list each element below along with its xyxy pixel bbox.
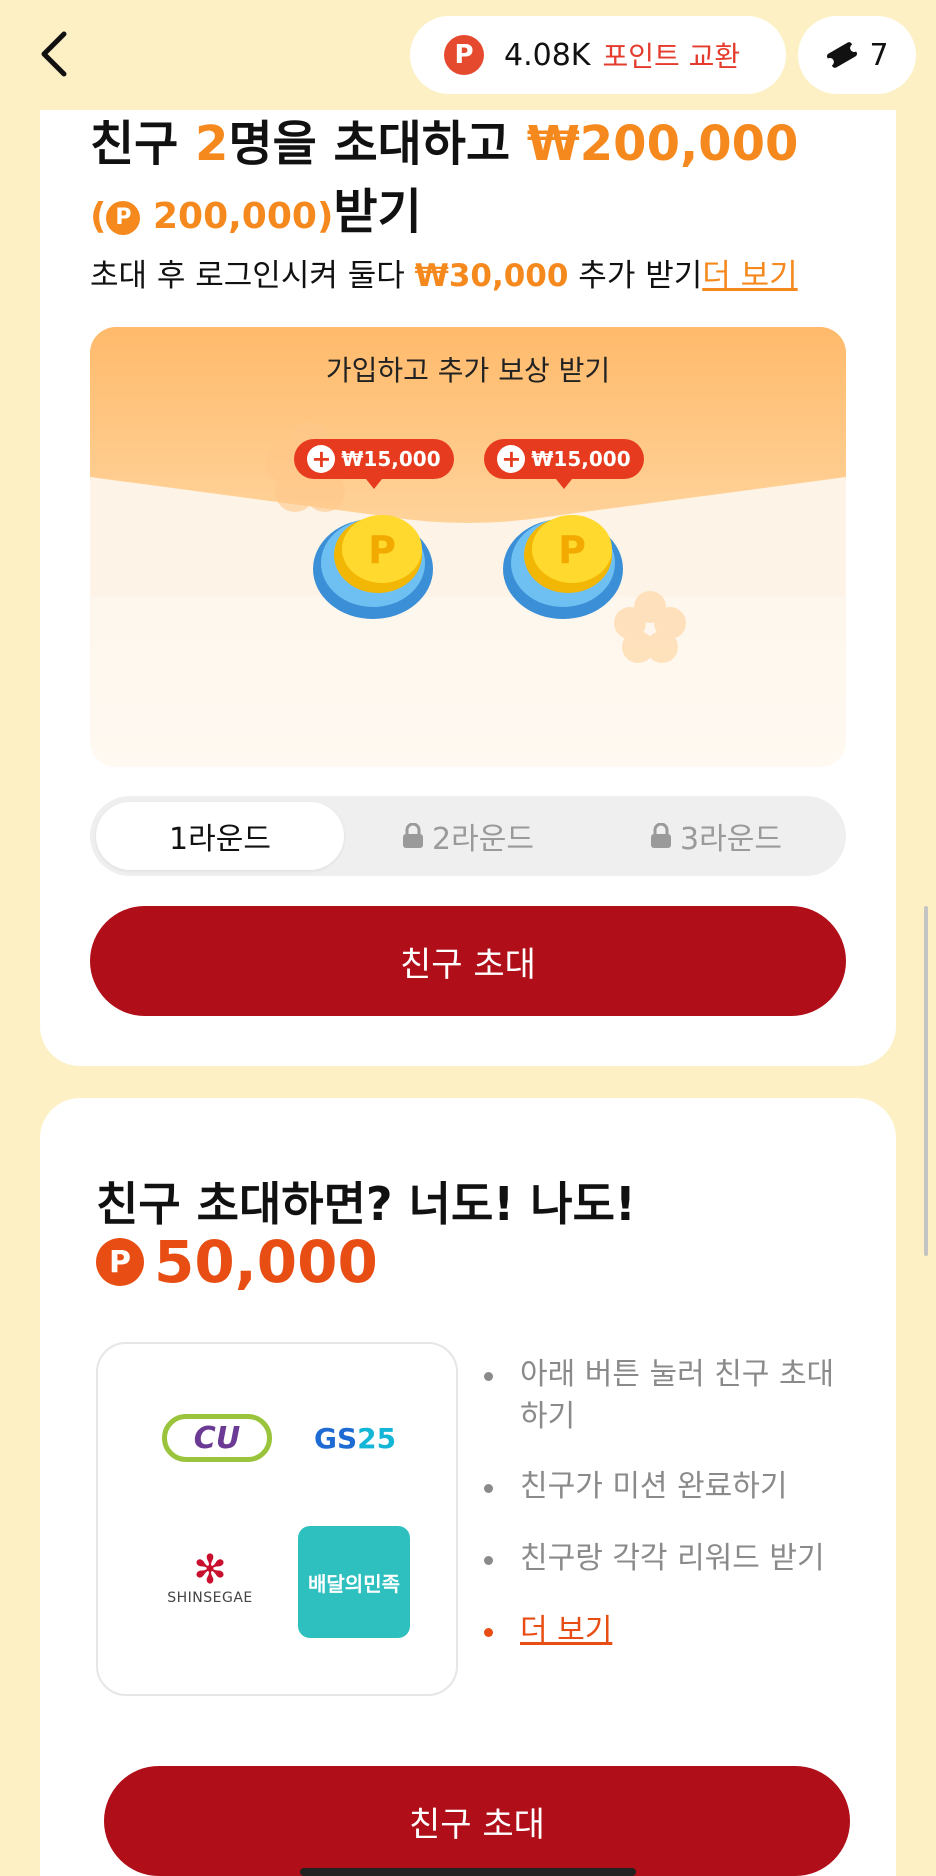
- points-amount: 200,000): [140, 196, 334, 237]
- more-link[interactable]: 더 보기: [702, 258, 797, 294]
- cu-logo: CU: [162, 1414, 272, 1462]
- lock-icon: [651, 823, 672, 848]
- tab-round-1[interactable]: 1라운드: [96, 802, 344, 870]
- round-tabs: 1라운드 2라운드 3라운드: [90, 796, 846, 876]
- baemin-logo: 배달의민족: [298, 1526, 410, 1638]
- points-icon: P: [96, 1238, 144, 1286]
- headline-amount: ₩200,000: [526, 116, 799, 172]
- points-exchange-label: 포인트 교환: [602, 40, 741, 73]
- coin-amount: ₩15,000: [531, 447, 631, 471]
- gs-text: GS: [314, 1422, 358, 1455]
- home-indicator: [300, 1868, 636, 1876]
- coin-amount: ₩15,000: [341, 447, 441, 471]
- reward-envelope: 가입하고 추가 보상 받기 + ₩15,000 P + ₩15,000 P: [90, 327, 846, 767]
- tab-label: 1라운드: [169, 822, 271, 857]
- headline-points: (P 200,000): [90, 196, 333, 237]
- reward-title: 가입하고 추가 보상 받기: [325, 354, 611, 387]
- back-arrow-icon[interactable]: [36, 26, 76, 82]
- tickets-button[interactable]: 7: [798, 16, 916, 94]
- points-icon: P: [106, 201, 141, 235]
- lock-icon: [403, 823, 424, 848]
- benefit-amount: P 50,000: [96, 1228, 378, 1296]
- invite-friend-button[interactable]: 친구 초대: [90, 906, 846, 1016]
- svg-text:P: P: [368, 528, 396, 572]
- brand-logos: CU GS25 ✻ SHINSEGAE 배달의민족: [96, 1342, 458, 1696]
- coin-reward-2: + ₩15,000 P: [484, 439, 644, 639]
- scrollbar[interactable]: [924, 906, 928, 1256]
- shinsegae-text: SHINSEGAE: [167, 1590, 253, 1606]
- invite-headline: 친구 2명을 초대하고 ₩200,000 (P 200,000)받기: [90, 110, 850, 251]
- subline-text: 초대 후 로그인시켜 둘다: [90, 258, 415, 294]
- list-item: 친구랑 각각 리워드 받기: [480, 1538, 860, 1580]
- headline-suffix: 받기: [333, 184, 422, 240]
- top-bar: P 4.08K 포인트 교환 7: [0, 0, 936, 110]
- steps-list: 아래 버튼 눌러 친구 초대하기 친구가 미션 완료하기 친구랑 각각 리워드 …: [480, 1354, 860, 1652]
- bonus-subline: 초대 후 로그인시켜 둘다 ₩30,000 추가 받기더 보기: [90, 250, 798, 295]
- headline-count: 2: [195, 116, 229, 172]
- points-icon: P: [444, 35, 484, 75]
- benefit-title: 친구 초대하면? 너도! 나도!: [96, 1177, 636, 1231]
- coin-reward-1: + ₩15,000 P: [294, 439, 454, 639]
- tab-label: 2라운드: [432, 822, 534, 857]
- list-item: 친구가 미션 완료하기: [480, 1466, 860, 1508]
- subline-text: 추가 받기: [568, 258, 703, 294]
- coin-tag: + ₩15,000: [484, 439, 644, 489]
- coin-tag: + ₩15,000: [294, 439, 454, 489]
- invite-friend-button-2[interactable]: 친구 초대: [104, 1766, 850, 1876]
- shinsegae-logo: ✻ SHINSEGAE: [150, 1550, 270, 1606]
- tab-round-3[interactable]: 3라운드: [592, 802, 840, 870]
- shinsegae-flower-icon: ✻: [193, 1547, 227, 1593]
- benefit-card: 친구 초대하면? 너도! 나도! P 50,000 CU GS25 ✻ SHIN…: [40, 1098, 896, 1876]
- coin-icon: P: [313, 515, 433, 619]
- list-item: 아래 버튼 눌러 친구 초대하기: [480, 1354, 860, 1438]
- coin-icon: P: [503, 515, 623, 619]
- headline-text: 명을 초대하고: [228, 116, 527, 172]
- ticket-icon: [826, 42, 859, 68]
- points-paren: (: [90, 196, 107, 237]
- envelope-flap: [90, 477, 846, 597]
- gs-number: 25: [357, 1422, 397, 1455]
- tab-round-2[interactable]: 2라운드: [344, 802, 592, 870]
- more-link[interactable]: 더 보기: [480, 1610, 860, 1652]
- plus-icon: +: [307, 445, 336, 473]
- invite-reward-card: 친구 2명을 초대하고 ₩200,000 (P 200,000)받기 초대 후 …: [40, 110, 896, 1066]
- gs25-logo: GS25: [314, 1422, 396, 1455]
- subline-amount: ₩30,000: [414, 258, 569, 294]
- svg-text:P: P: [558, 528, 586, 572]
- plus-icon: +: [497, 445, 526, 473]
- points-exchange-button[interactable]: P 4.08K 포인트 교환: [410, 16, 786, 94]
- tickets-count: 7: [869, 37, 889, 73]
- tab-label: 3라운드: [680, 822, 782, 857]
- points-balance: 4.08K: [504, 37, 591, 73]
- benefit-amount-value: 50,000: [154, 1228, 378, 1296]
- headline-text: 친구: [90, 116, 196, 172]
